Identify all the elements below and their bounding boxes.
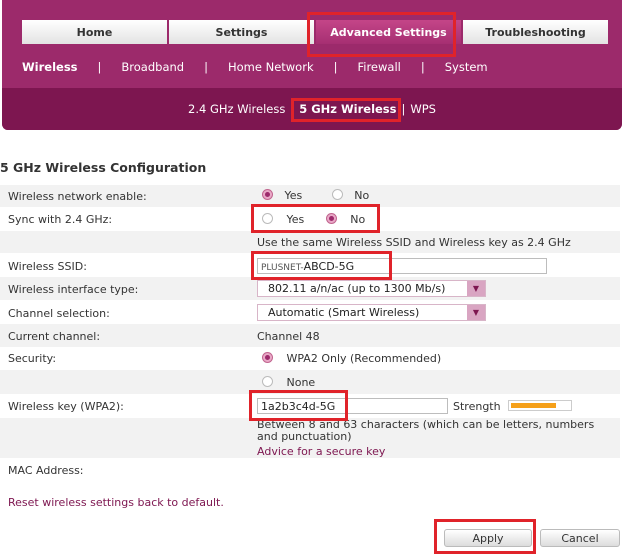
- strength-label: Strength: [453, 400, 501, 413]
- sync-yes-label: Yes: [286, 213, 305, 226]
- header-band: Home Settings Advanced Settings Troubles…: [2, 0, 622, 130]
- security-wpa2-label: WPA2 Only (Recommended): [286, 352, 442, 365]
- row-interface-type: Wireless interface type: 802.11 a/n/ac (…: [0, 277, 620, 300]
- sub-navigation: Wireless | Broadband | Home Network | Fi…: [22, 60, 488, 74]
- channel-selection-label: Channel selection:: [8, 307, 110, 320]
- wireless-key-label: Wireless key (WPA2):: [8, 400, 124, 413]
- subnav-separator: |: [204, 60, 208, 74]
- enable-yes-label: Yes: [284, 189, 303, 202]
- strength-meter: [508, 400, 572, 411]
- subnav-system[interactable]: System: [445, 60, 488, 74]
- security-none-radio[interactable]: [262, 376, 273, 387]
- mac-address-label: MAC Address:: [8, 464, 84, 477]
- current-channel-label: Current channel:: [8, 330, 101, 343]
- sync-label: Sync with 2.4 GHz:: [8, 213, 113, 226]
- sync-no-radio[interactable]: [325, 213, 337, 224]
- row-sync-hint: Use the same Wireless SSID and Wireless …: [0, 231, 620, 253]
- row-mac-address: MAC Address:: [0, 458, 620, 482]
- subsubnav-5ghz[interactable]: 5 GHz Wireless: [299, 102, 396, 116]
- sync-hint-text: Use the same Wireless SSID and Wireless …: [257, 236, 571, 249]
- wireless-subnav-band: 2.4 GHz Wireless | 5 GHz Wireless | WPS: [2, 88, 622, 130]
- wireless-enable-label: Wireless network enable:: [8, 190, 147, 203]
- row-security: Security: WPA2 Only (Recommended): [0, 347, 620, 370]
- interface-type-select[interactable]: 802.11 a/n/ac (up to 1300 Mb/s) ▼: [257, 280, 486, 297]
- subsubnav-2-4ghz[interactable]: 2.4 GHz Wireless: [188, 102, 285, 116]
- row-key-hint: Between 8 and 63 characters (which can b…: [0, 418, 620, 458]
- main-tabs: Home Settings Advanced Settings Troubles…: [22, 20, 610, 44]
- current-channel-value: Channel 48: [257, 330, 320, 343]
- apply-button[interactable]: Apply: [444, 529, 532, 547]
- subsubnav-separator: |: [401, 102, 406, 116]
- security-none-label: None: [286, 376, 316, 389]
- row-ssid: Wireless SSID: PLUSNET-ABCD-5G: [0, 253, 620, 277]
- strength-meter-fill: [511, 403, 556, 408]
- chevron-down-icon: ▼: [467, 305, 485, 320]
- subnav-separator: |: [97, 60, 102, 74]
- security-label: Security:: [8, 352, 57, 365]
- interface-type-value: 802.11 a/n/ac (up to 1300 Mb/s): [268, 282, 446, 295]
- row-current-channel: Current channel: Channel 48: [0, 324, 620, 347]
- tab-home[interactable]: Home: [22, 20, 167, 44]
- ssid-input[interactable]: PLUSNET-ABCD-5G: [257, 258, 547, 274]
- key-advice-link[interactable]: Advice for a secure key: [257, 445, 385, 458]
- row-wireless-enable: Wireless network enable: Yes No: [0, 185, 620, 207]
- key-hint-text: Between 8 and 63 characters (which can b…: [257, 418, 595, 443]
- enable-no-label: No: [354, 189, 370, 202]
- reset-defaults-link[interactable]: Reset wireless settings back to default.: [8, 496, 224, 509]
- page-title: 5 GHz Wireless Configuration: [0, 160, 207, 175]
- tab-troubleshooting[interactable]: Troubleshooting: [463, 20, 608, 44]
- row-sync: Sync with 2.4 GHz: Yes No: [0, 207, 620, 231]
- tab-advanced-settings[interactable]: Advanced Settings: [316, 20, 461, 44]
- row-channel-selection: Channel selection: Automatic (Smart Wire…: [0, 300, 620, 324]
- enable-yes-radio[interactable]: [262, 189, 273, 200]
- ssid-value: ABCD-5G: [303, 260, 355, 273]
- channel-selection-select[interactable]: Automatic (Smart Wireless) ▼: [257, 304, 486, 321]
- tab-settings[interactable]: Settings: [169, 20, 314, 44]
- security-wpa2-radio[interactable]: [262, 352, 273, 363]
- subnav-separator: |: [333, 60, 338, 74]
- subnav-firewall[interactable]: Firewall: [357, 60, 400, 74]
- ssid-label: Wireless SSID:: [8, 260, 87, 273]
- row-wireless-key: Wireless key (WPA2): 1a2b3c4d-5G Strengt…: [0, 394, 620, 418]
- subnav-wireless[interactable]: Wireless: [22, 60, 78, 74]
- sync-yes-radio[interactable]: [262, 213, 273, 224]
- subsubnav-wps[interactable]: WPS: [410, 102, 436, 116]
- subsubnav-separator: |: [290, 102, 295, 116]
- subnav-home-network[interactable]: Home Network: [228, 60, 314, 74]
- cancel-button[interactable]: Cancel: [540, 529, 620, 547]
- interface-type-label: Wireless interface type:: [8, 283, 139, 296]
- subnav-broadband[interactable]: Broadband: [121, 60, 184, 74]
- wireless-key-value: 1a2b3c4d-5G: [261, 400, 336, 413]
- wireless-key-input[interactable]: 1a2b3c4d-5G: [257, 398, 448, 414]
- ssid-prefix: PLUSNET-: [261, 263, 304, 273]
- channel-selection-value: Automatic (Smart Wireless): [268, 306, 420, 319]
- chevron-down-icon: ▼: [467, 281, 485, 296]
- subnav-separator: |: [420, 60, 425, 74]
- sync-no-label: No: [350, 213, 366, 226]
- enable-no-radio[interactable]: [331, 189, 343, 200]
- row-security-none: None: [0, 370, 620, 394]
